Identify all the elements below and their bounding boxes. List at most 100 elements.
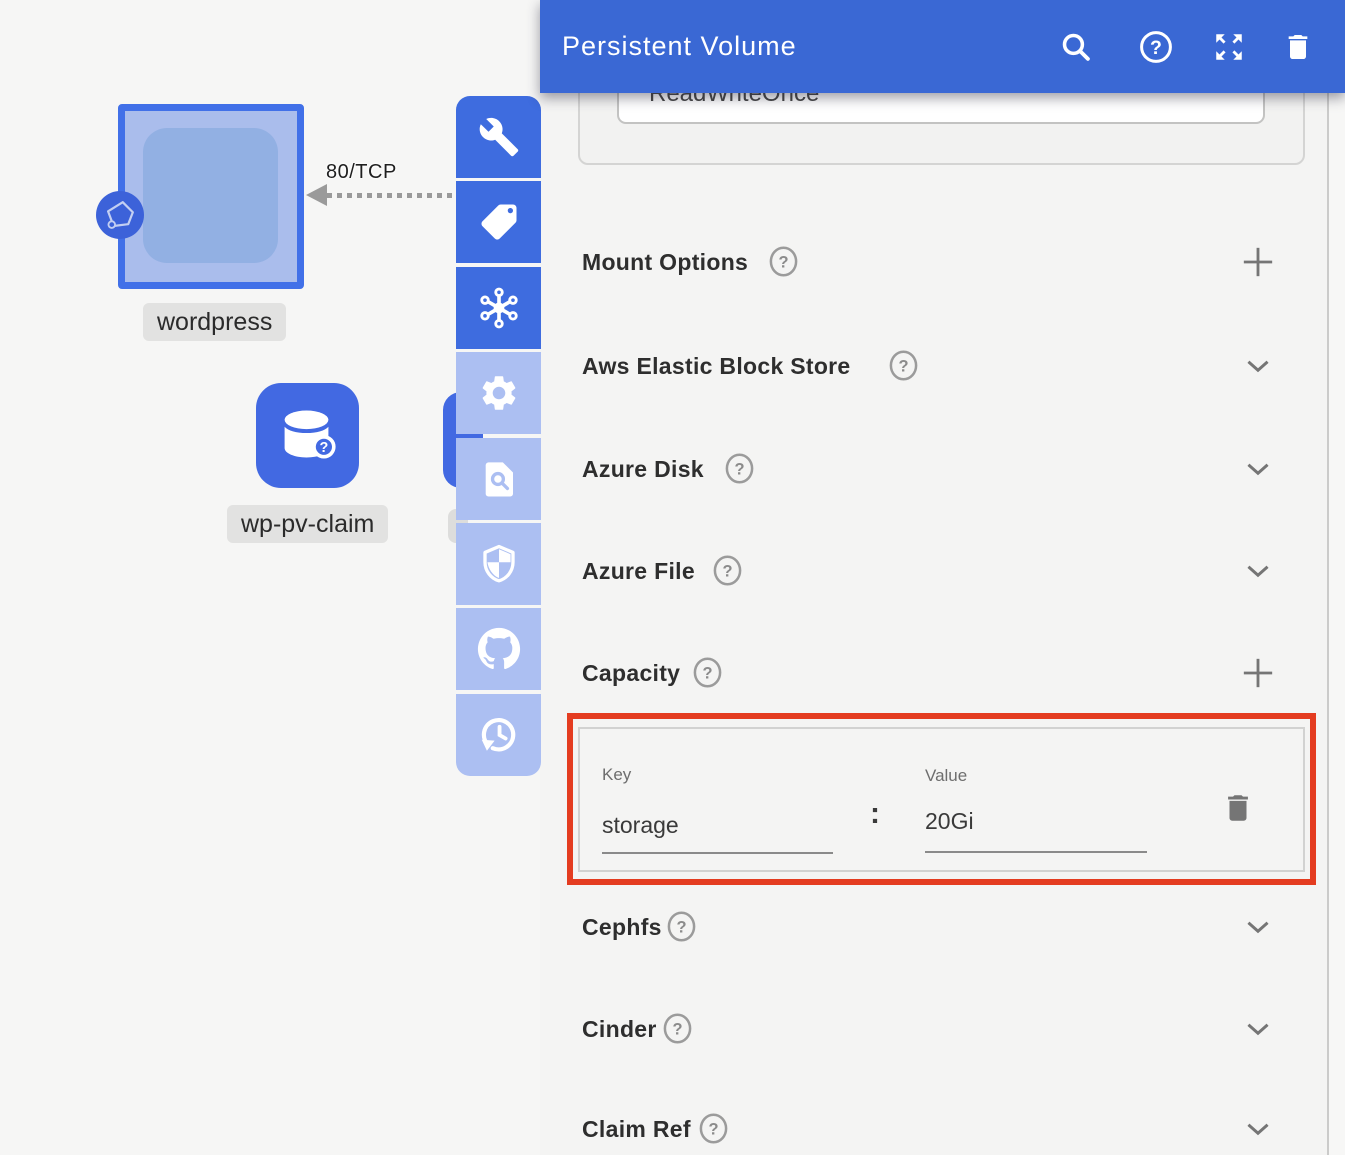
toolbar-button-network[interactable] bbox=[456, 267, 541, 349]
chevron-down-icon bbox=[1241, 1112, 1275, 1146]
plus-icon bbox=[1241, 245, 1275, 279]
toolbar-button-security[interactable] bbox=[456, 523, 541, 605]
pod-shape bbox=[143, 128, 278, 263]
node-label-wp-pv-claim: wp-pv-claim bbox=[227, 505, 388, 543]
delete-entry-button[interactable] bbox=[1221, 789, 1255, 827]
help-circle-icon[interactable]: ? bbox=[888, 350, 919, 386]
gear-icon bbox=[478, 372, 520, 414]
section-label: Aws Elastic Block Store bbox=[582, 345, 851, 387]
add-button[interactable] bbox=[1240, 244, 1276, 280]
svg-text:?: ? bbox=[708, 1120, 718, 1138]
svg-text:?: ? bbox=[676, 918, 686, 936]
svg-text:?: ? bbox=[898, 357, 908, 375]
help-circle-icon[interactable]: ? bbox=[698, 1113, 729, 1149]
section-label: Cephfs bbox=[582, 906, 662, 948]
toolbar-button-inspect[interactable] bbox=[456, 438, 541, 520]
node-wp-pv-claim[interactable]: ? bbox=[256, 383, 359, 488]
panel-scroll-divider bbox=[1327, 93, 1329, 1155]
node-wordpress[interactable] bbox=[118, 104, 304, 289]
edge-dotted-line bbox=[327, 193, 457, 198]
svg-text:?: ? bbox=[319, 440, 328, 456]
search-icon bbox=[1059, 30, 1093, 64]
section-azure-disk: Azure Disk ? bbox=[540, 448, 1327, 490]
svg-text:?: ? bbox=[778, 253, 788, 271]
section-label: Azure File bbox=[582, 550, 695, 592]
svg-text:?: ? bbox=[734, 460, 744, 478]
help-circle-icon[interactable]: ? bbox=[724, 453, 755, 489]
persistent-volume-panel: ReadWriteOnce Persistent Volume ? bbox=[540, 0, 1345, 1155]
edge-arrowhead bbox=[306, 184, 327, 206]
help-circle-icon[interactable]: ? bbox=[768, 246, 799, 282]
plus-icon bbox=[1241, 656, 1275, 690]
collapse-button[interactable] bbox=[1240, 1111, 1276, 1147]
wrench-icon bbox=[478, 116, 520, 158]
help-circle-icon[interactable]: ? bbox=[662, 1013, 693, 1049]
panel-header: Persistent Volume ? bbox=[540, 0, 1345, 93]
toolbar-button-github[interactable] bbox=[456, 608, 541, 690]
svg-text:?: ? bbox=[702, 664, 712, 682]
help-circle-icon[interactable]: ? bbox=[666, 911, 697, 947]
expand-icon bbox=[1212, 30, 1246, 64]
canvas-toolbar bbox=[456, 96, 541, 779]
tag-icon bbox=[478, 201, 520, 243]
svg-text:?: ? bbox=[1150, 37, 1162, 59]
help-icon: ? bbox=[1138, 29, 1174, 65]
toolbar-button-labels[interactable] bbox=[456, 181, 541, 263]
delete-button[interactable] bbox=[1279, 28, 1317, 66]
svg-text:?: ? bbox=[722, 562, 732, 580]
expand-button[interactable] bbox=[1210, 28, 1248, 66]
key-underline bbox=[602, 852, 833, 854]
toolbar-button-history[interactable] bbox=[456, 694, 541, 776]
chevron-down-icon bbox=[1241, 554, 1275, 588]
key-label: Key bbox=[602, 765, 631, 785]
chevron-down-icon bbox=[1241, 1012, 1275, 1046]
hub-icon bbox=[476, 285, 522, 331]
section-azure-file: Azure File ? bbox=[540, 550, 1327, 592]
section-mount-options: Mount Options ? bbox=[540, 241, 1327, 283]
value-underline bbox=[925, 851, 1147, 853]
github-icon bbox=[477, 627, 521, 671]
help-circle-icon[interactable]: ? bbox=[712, 555, 743, 591]
trash-icon bbox=[1282, 31, 1314, 63]
section-cinder: Cinder ? bbox=[540, 1008, 1327, 1050]
value-label: Value bbox=[925, 766, 967, 786]
search-button[interactable] bbox=[1057, 28, 1095, 66]
section-label: Capacity bbox=[582, 652, 680, 694]
collapse-button[interactable] bbox=[1240, 451, 1276, 487]
edge-label: 80/TCP bbox=[326, 161, 397, 184]
database-claim-icon: ? bbox=[272, 400, 344, 472]
chevron-down-icon bbox=[1241, 452, 1275, 486]
collapse-button[interactable] bbox=[1240, 348, 1276, 384]
panel-title: Persistent Volume bbox=[562, 31, 797, 62]
collapse-button[interactable] bbox=[1240, 1011, 1276, 1047]
pentagon-deployment-icon bbox=[98, 193, 142, 237]
trash-icon bbox=[1221, 789, 1255, 827]
scroll-gutter[interactable] bbox=[1329, 93, 1345, 1155]
svg-text:?: ? bbox=[672, 1020, 682, 1038]
help-button[interactable]: ? bbox=[1137, 28, 1175, 66]
value-input[interactable]: 20Gi bbox=[925, 808, 974, 835]
section-label: Azure Disk bbox=[582, 448, 704, 490]
section-capacity: Capacity ? bbox=[540, 652, 1327, 694]
help-circle-icon[interactable]: ? bbox=[692, 657, 723, 693]
section-aws-ebs: Aws Elastic Block Store ? bbox=[540, 345, 1327, 387]
section-cephfs: Cephfs ? bbox=[540, 906, 1327, 948]
node-label-wordpress: wordpress bbox=[143, 303, 286, 341]
history-icon bbox=[477, 713, 521, 757]
section-label: Cinder bbox=[582, 1008, 657, 1050]
toolbar-button-settings[interactable] bbox=[456, 352, 541, 434]
toolbar-button-build[interactable] bbox=[456, 96, 541, 178]
key-input[interactable]: storage bbox=[602, 812, 679, 839]
chevron-down-icon bbox=[1241, 910, 1275, 944]
section-label: Mount Options bbox=[582, 241, 748, 283]
deployment-badge bbox=[96, 191, 144, 239]
collapse-button[interactable] bbox=[1240, 553, 1276, 589]
doc-search-icon bbox=[478, 458, 520, 500]
key-value-separator: : bbox=[870, 797, 880, 831]
chevron-down-icon bbox=[1241, 349, 1275, 383]
add-button[interactable] bbox=[1240, 655, 1276, 691]
collapse-button[interactable] bbox=[1240, 909, 1276, 945]
section-label: Claim Ref bbox=[582, 1108, 691, 1150]
section-claim-ref: Claim Ref ? bbox=[540, 1108, 1327, 1150]
shield-icon bbox=[478, 543, 520, 585]
